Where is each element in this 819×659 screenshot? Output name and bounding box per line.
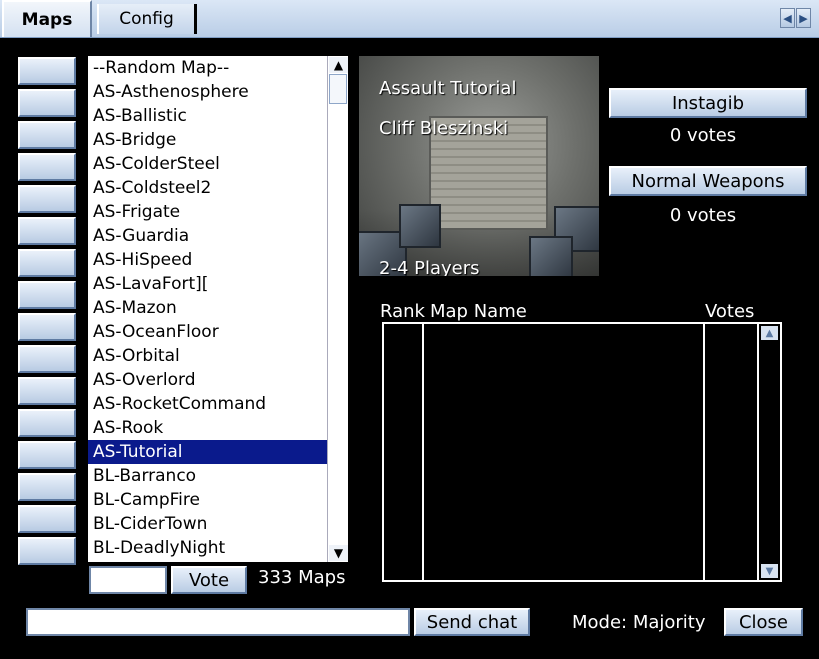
tab-scroll-right-button[interactable]: ▶ — [796, 8, 811, 28]
instagib-button[interactable]: Instagib — [609, 88, 807, 118]
map-count: 333 Maps — [258, 567, 346, 588]
tab-bar: Maps Config ◀ ▶ — [0, 0, 819, 38]
side-button[interactable] — [18, 185, 76, 213]
side-button[interactable] — [18, 249, 76, 277]
scroll-down-icon[interactable]: ▼ — [761, 564, 778, 578]
preview-title: Assault Tutorial — [379, 78, 517, 99]
side-button[interactable] — [18, 441, 76, 469]
map-list-item[interactable]: AS-Coldsteel2 — [88, 176, 328, 200]
vote-button[interactable]: Vote — [171, 566, 247, 594]
map-list-scrollbar[interactable]: ▲ ▼ — [327, 56, 348, 562]
map-list-item[interactable]: AS-Overlord — [88, 368, 328, 392]
map-list-item[interactable]: AS-Frigate — [88, 200, 328, 224]
map-list-item[interactable]: AS-Tutorial — [88, 440, 328, 464]
map-list-item[interactable]: AS-OceanFloor — [88, 320, 328, 344]
tab-scroll-left-button[interactable]: ◀ — [780, 8, 795, 28]
map-list-item[interactable]: BL-DeadlyNight — [88, 536, 328, 560]
preview-crate-shape — [529, 236, 573, 276]
side-button[interactable] — [18, 473, 76, 501]
preview-author: Cliff Bleszinski — [379, 118, 509, 139]
map-preview-image: Assault Tutorial Cliff Bleszinski 2-4 Pl… — [359, 56, 599, 276]
rank-table-scrollbar[interactable]: ▲ ▼ — [757, 322, 782, 582]
side-button[interactable] — [18, 281, 76, 309]
side-button[interactable] — [18, 121, 76, 149]
close-button[interactable]: Close — [724, 608, 803, 636]
preview-crate-shape — [399, 204, 441, 248]
side-button[interactable] — [18, 57, 76, 85]
preview-players: 2-4 Players — [379, 258, 480, 276]
scroll-down-icon[interactable]: ▼ — [329, 545, 348, 561]
map-list-item[interactable]: AS-Guardia — [88, 224, 328, 248]
tab-maps[interactable]: Maps — [2, 0, 92, 37]
map-list-item[interactable]: AS-Ballistic — [88, 104, 328, 128]
tab-config[interactable]: Config — [97, 4, 197, 34]
side-button[interactable] — [18, 153, 76, 181]
arrow-right-icon: ▶ — [799, 11, 808, 25]
map-list-item[interactable]: AS-Mazon — [88, 296, 328, 320]
map-list-item[interactable]: BL-Barranco — [88, 464, 328, 488]
scroll-thumb[interactable] — [329, 74, 347, 104]
normal-weapons-votes: 0 votes — [669, 205, 737, 226]
map-list-item[interactable]: AS-HiSpeed — [88, 248, 328, 272]
map-list-item[interactable]: AS-ColderSteel — [88, 152, 328, 176]
column-divider — [422, 324, 424, 580]
map-list-item[interactable]: --Random Map-- — [88, 56, 328, 80]
map-list-item[interactable]: BL-CampFire — [88, 488, 328, 512]
side-button[interactable] — [18, 217, 76, 245]
chat-input[interactable] — [26, 608, 410, 636]
map-list-item[interactable]: AS-Asthenosphere — [88, 80, 328, 104]
side-button[interactable] — [18, 377, 76, 405]
scroll-up-icon[interactable]: ▲ — [761, 326, 778, 340]
map-list[interactable]: --Random Map-- AS-Asthenosphere AS-Ballist… — [88, 56, 328, 562]
side-button[interactable] — [18, 313, 76, 341]
header-rank: Rank — [380, 301, 425, 322]
arrow-left-icon: ◀ — [783, 11, 792, 25]
side-button[interactable] — [18, 345, 76, 373]
instagib-votes: 0 votes — [669, 125, 737, 146]
rank-table[interactable] — [382, 322, 759, 582]
map-list-item[interactable]: AS-Rook — [88, 416, 328, 440]
send-chat-button[interactable]: Send chat — [414, 608, 530, 636]
side-button[interactable] — [18, 537, 76, 565]
side-button[interactable] — [18, 505, 76, 533]
mode-label: Mode: Majority — [572, 612, 706, 633]
header-map-name: Map Name — [430, 301, 527, 322]
scroll-up-icon[interactable]: ▲ — [329, 57, 348, 73]
map-list-item[interactable]: AS-LavaFort][ — [88, 272, 328, 296]
column-divider — [703, 324, 705, 580]
map-list-item[interactable]: AS-Bridge — [88, 128, 328, 152]
vote-input[interactable] — [89, 566, 167, 594]
map-list-item[interactable]: AS-RocketCommand — [88, 392, 328, 416]
map-list-item[interactable]: AS-Orbital — [88, 344, 328, 368]
side-button[interactable] — [18, 409, 76, 437]
normal-weapons-button[interactable]: Normal Weapons — [609, 166, 807, 196]
side-button[interactable] — [18, 89, 76, 117]
header-votes: Votes — [705, 301, 755, 322]
map-list-item[interactable]: BL-CiderTown — [88, 512, 328, 536]
